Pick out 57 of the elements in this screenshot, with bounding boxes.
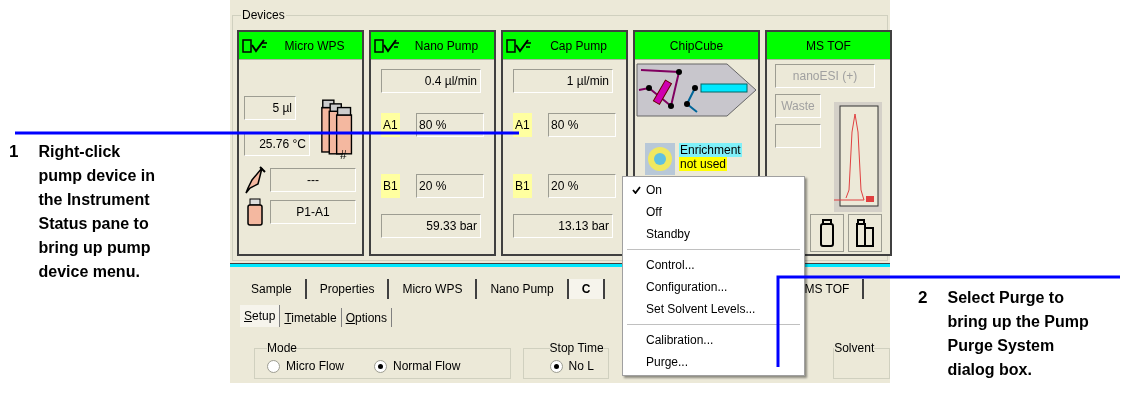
- empty-field: [775, 124, 821, 148]
- check-icon: [632, 186, 641, 194]
- percent-field: 80 %: [548, 113, 616, 137]
- device-title: Micro WPS: [283, 37, 346, 55]
- step-text: Select Purge to bring up the Pump Purge System dialog box.: [947, 288, 1090, 380]
- ms-field: Waste: [775, 94, 821, 118]
- position-field: P1-A1: [270, 200, 356, 224]
- radio-button[interactable]: [549, 359, 563, 373]
- device-title: MS TOF: [805, 37, 852, 55]
- menu-item[interactable]: Purge...: [627, 351, 800, 373]
- group-title: Devices: [241, 7, 286, 24]
- channel-label: A1: [381, 113, 400, 137]
- bottles-icon: [855, 218, 875, 248]
- flow-field: 1 µl/min: [513, 69, 613, 93]
- percent-field: 20 %: [416, 174, 484, 198]
- percent-field: 20 %: [548, 174, 616, 198]
- step-number: 1: [9, 141, 19, 163]
- enrichment-label: Enrichment: [679, 143, 742, 157]
- tab[interactable]: C: [568, 279, 606, 299]
- radio-label: Micro Flow: [286, 358, 344, 375]
- channel-label: B1: [381, 174, 400, 198]
- bottle-icon: [817, 218, 837, 248]
- channel-label: B1: [513, 174, 532, 198]
- check-logo-icon: [374, 38, 400, 53]
- flow-field: 0.4 µl/min: [381, 69, 481, 93]
- pressure-field: 13.13 bar: [513, 214, 613, 238]
- device-card[interactable]: Cap Pump 1 µl/min A1 80 % B1 20 % 13.13 bar: [501, 30, 628, 256]
- radio-button[interactable]: [267, 359, 280, 373]
- enrichment-state: not used: [679, 157, 728, 171]
- radio-button[interactable]: [374, 359, 387, 373]
- group-title: Mode: [267, 340, 298, 357]
- check-logo-icon: [242, 38, 268, 53]
- menu-item[interactable]: Set Solvent Levels...: [627, 298, 800, 320]
- percent-field: 80 %: [416, 113, 484, 137]
- vial-icon: [244, 198, 266, 226]
- device-card[interactable]: Nano Pump 0.4 µl/min A1 80 % B1 20 % 59.33 bar: [369, 30, 496, 256]
- step-number: 2: [918, 287, 928, 309]
- step-text: Right-click pump device in the Instrument Status pane to bring up pump device menu.: [38, 142, 156, 282]
- syringe-icon: [244, 166, 266, 194]
- injection-field: ---: [270, 168, 356, 192]
- radio-label: Normal Flow: [393, 358, 461, 375]
- radio-label: No L: [568, 358, 594, 375]
- channel-label: A1: [513, 113, 532, 137]
- bottle-button[interactable]: [810, 214, 844, 252]
- menu-item[interactable]: Control...: [627, 254, 800, 276]
- device-title: Cap Pump: [549, 37, 608, 55]
- group-title: Solvent: [834, 340, 875, 357]
- device-title: ChipCube: [668, 37, 725, 55]
- subtab[interactable]: Setup: [240, 305, 281, 327]
- group-title: Stop Time: [549, 340, 604, 357]
- pressure-field: 59.33 bar: [381, 214, 481, 238]
- device-title: Nano Pump: [413, 37, 480, 55]
- check-logo-icon: [506, 38, 532, 53]
- menu-item[interactable]: Calibration...: [627, 329, 800, 351]
- bottles-button[interactable]: [848, 214, 882, 252]
- volume-field: 5 µl: [244, 96, 296, 120]
- ms-field: nanoESI (+): [775, 64, 875, 88]
